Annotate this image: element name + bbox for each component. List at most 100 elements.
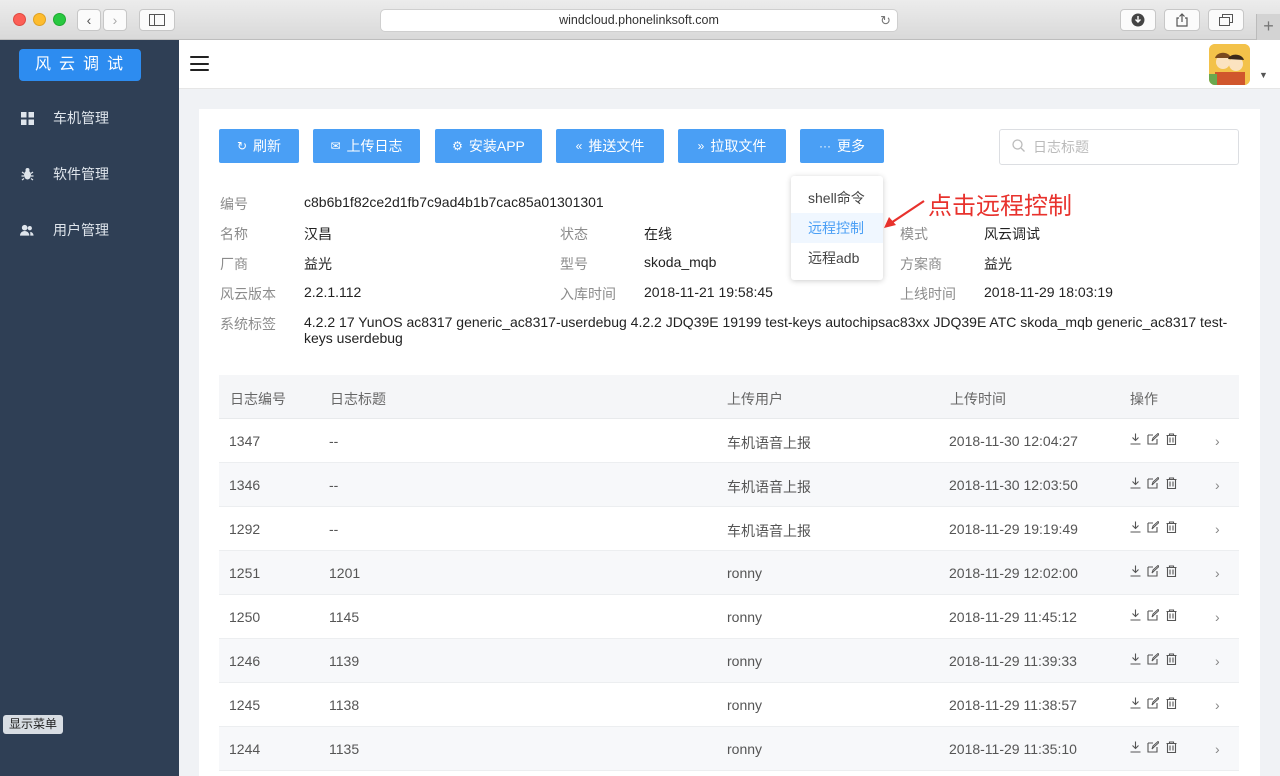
chevron-right-icon: ›	[112, 12, 118, 28]
chevron-right-icon[interactable]: ›	[1215, 697, 1220, 713]
trash-icon[interactable]	[1165, 740, 1177, 754]
new-tab-button[interactable]: +	[1256, 14, 1280, 40]
cell-upload-user: ronny	[727, 653, 763, 669]
table-row[interactable]: 1292 -- 车机语音上报 2018-11-29 19:19:49 ›	[219, 507, 1239, 551]
row-actions	[1129, 432, 1177, 446]
online-time-value: 2018-11-29 18:03:19	[984, 284, 1113, 300]
show-menu-button[interactable]: 显示菜单	[3, 715, 64, 734]
share-button[interactable]	[1164, 9, 1200, 31]
download-icon[interactable]	[1129, 608, 1141, 622]
trash-icon[interactable]	[1165, 696, 1177, 710]
avatar[interactable]	[1209, 44, 1250, 85]
column-header-upload-time: 上传时间	[950, 391, 1006, 407]
annotation-arrow-icon	[884, 200, 925, 228]
push-file-button[interactable]: « 推送文件	[556, 129, 664, 163]
menu-item-remote-adb[interactable]: 远程adb	[791, 243, 883, 273]
cell-log-id: 1245	[229, 697, 261, 713]
sidebar-item-users[interactable]: 用户管理	[0, 210, 179, 250]
annotation-text: 点击远程控制	[928, 193, 1072, 220]
cell-log-id: 1347	[229, 433, 261, 449]
table-row[interactable]: 1245 1138 ronny 2018-11-29 11:38:57 ›	[219, 683, 1239, 727]
cell-upload-user: 车机语音上报	[727, 479, 811, 495]
brand-logo[interactable]: 风云调试	[19, 49, 141, 81]
cell-log-title: --	[329, 521, 339, 537]
trash-icon[interactable]	[1165, 608, 1177, 622]
close-window-button[interactable]	[13, 13, 26, 26]
more-button[interactable]: ··· 更多	[800, 129, 884, 163]
cell-log-id: 1292	[229, 521, 261, 537]
cell-log-id: 1346	[229, 477, 261, 493]
trash-icon[interactable]	[1165, 476, 1177, 490]
trash-icon[interactable]	[1165, 432, 1177, 446]
hamburger-menu-icon[interactable]	[190, 56, 209, 71]
chevron-right-icon[interactable]: ›	[1215, 521, 1220, 537]
log-title-search-input[interactable]: 日志标题	[999, 129, 1239, 165]
minimize-window-button[interactable]	[33, 13, 46, 26]
table-row[interactable]: 1244 1135 ronny 2018-11-29 11:35:10 ›	[219, 727, 1239, 771]
trash-icon[interactable]	[1165, 520, 1177, 534]
button-label: 上传日志	[346, 138, 403, 154]
pull-file-button[interactable]: » 拉取文件	[678, 129, 786, 163]
download-icon[interactable]	[1129, 740, 1141, 754]
double-chevron-left-icon: «	[575, 139, 583, 153]
table-row[interactable]: 1346 -- 车机语音上报 2018-11-30 12:03:50 ›	[219, 463, 1239, 507]
device-detail-card: ↻ 刷新 ✉ 上传日志 ⚙ 安装APP « 推送文件 » 拉取文件 ··· 更多…	[199, 109, 1260, 776]
users-icon	[20, 223, 34, 237]
menu-item-remote-control[interactable]: 远程控制	[791, 213, 883, 243]
edit-icon[interactable]	[1147, 652, 1159, 666]
name-value: 汉昌	[304, 226, 332, 242]
sidebar-item-software[interactable]: 软件管理	[0, 154, 179, 194]
download-icon[interactable]	[1129, 564, 1141, 578]
row-actions	[1129, 608, 1177, 622]
edit-icon[interactable]	[1147, 476, 1159, 490]
button-label: 更多	[837, 138, 865, 154]
install-app-button[interactable]: ⚙ 安装APP	[435, 129, 542, 163]
edit-icon[interactable]	[1147, 564, 1159, 578]
trash-icon[interactable]	[1165, 652, 1177, 666]
download-icon[interactable]	[1129, 432, 1141, 446]
table-row[interactable]: 1246 1139 ronny 2018-11-29 11:39:33 ›	[219, 639, 1239, 683]
ellipsis-icon: ···	[819, 139, 831, 153]
url-text: windcloud.phonelinksoft.com	[559, 13, 719, 27]
menu-item-shell-command[interactable]: shell命令	[791, 183, 883, 213]
table-row[interactable]: 1251 1201 ronny 2018-11-29 12:02:00 ›	[219, 551, 1239, 595]
chevron-right-icon[interactable]: ›	[1215, 565, 1220, 581]
chevron-right-icon[interactable]: ›	[1215, 741, 1220, 757]
chevron-right-icon[interactable]: ›	[1215, 653, 1220, 669]
online-time-label: 上线时间	[900, 286, 956, 302]
trash-icon[interactable]	[1165, 564, 1177, 578]
back-button[interactable]: ‹	[77, 9, 101, 31]
forward-button[interactable]: ›	[103, 9, 127, 31]
sidebar-item-vehicle[interactable]: 车机管理	[0, 98, 179, 138]
caret-down-icon[interactable]: ▼	[1259, 70, 1268, 80]
edit-icon[interactable]	[1147, 696, 1159, 710]
downloads-button[interactable]	[1120, 9, 1156, 31]
cell-log-id: 1244	[229, 741, 261, 757]
tabs-overview-button[interactable]	[1208, 9, 1244, 31]
reload-icon[interactable]: ↻	[880, 10, 891, 31]
search-icon	[1012, 139, 1025, 155]
cell-upload-user: ronny	[727, 741, 763, 757]
table-row[interactable]: 1250 1145 ronny 2018-11-29 11:45:12 ›	[219, 595, 1239, 639]
download-icon[interactable]	[1129, 652, 1141, 666]
chevron-right-icon[interactable]: ›	[1215, 609, 1220, 625]
sidebar-toggle-button[interactable]	[139, 9, 175, 31]
download-icon[interactable]	[1129, 476, 1141, 490]
edit-icon[interactable]	[1147, 432, 1159, 446]
table-row[interactable]: 1347 -- 车机语音上报 2018-11-30 12:04:27 ›	[219, 419, 1239, 463]
cell-log-title: 1139	[329, 653, 360, 669]
download-icon[interactable]	[1129, 696, 1141, 710]
download-icon[interactable]	[1129, 520, 1141, 534]
address-bar[interactable]: windcloud.phonelinksoft.com ↻	[380, 9, 898, 32]
chevron-right-icon[interactable]: ›	[1215, 433, 1220, 449]
edit-icon[interactable]	[1147, 740, 1159, 754]
zoom-window-button[interactable]	[53, 13, 66, 26]
edit-icon[interactable]	[1147, 520, 1159, 534]
row-actions	[1129, 520, 1177, 534]
double-chevron-right-icon: »	[697, 139, 705, 153]
refresh-button[interactable]: ↻ 刷新	[219, 129, 299, 163]
column-header-actions: 操作	[1130, 391, 1158, 407]
edit-icon[interactable]	[1147, 608, 1159, 622]
upload-log-button[interactable]: ✉ 上传日志	[313, 129, 420, 163]
chevron-right-icon[interactable]: ›	[1215, 477, 1220, 493]
